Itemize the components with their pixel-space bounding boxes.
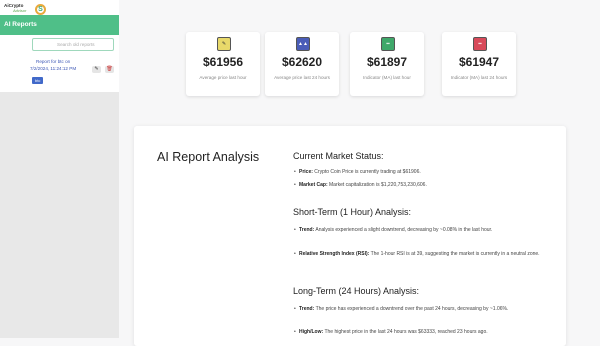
card-value: $61897 [366, 55, 408, 69]
list-item: High/Low: The highest price in the last … [294, 327, 562, 338]
list-item: Trend: Analysis experienced a slight dow… [294, 225, 562, 236]
list-item: Relative Strength Index (RSI): The 1-hou… [294, 249, 562, 260]
edit-icon[interactable]: ✎ [92, 66, 101, 73]
card-value: $61947 [458, 55, 500, 69]
bullet-text: The highest price in the last 24 hours w… [323, 329, 488, 335]
delete-icon[interactable]: 🗑 [105, 66, 114, 73]
search-input[interactable] [32, 38, 114, 51]
report-list-item[interactable]: Report for btc on 7/2/2024, 11:24:12 PM … [30, 59, 116, 87]
indicator-icon: ▪▪ [381, 37, 395, 51]
report-title[interactable]: Report for btc on [36, 59, 70, 64]
list-item: Price: Crypto Coin Price is currently tr… [294, 167, 562, 178]
section-title-short-term: Short-Term (1 Hour) Analysis: [293, 207, 412, 217]
logo-subtext: Advisor [13, 8, 27, 13]
bullet-label: High/Low: [299, 329, 324, 335]
stat-card-avg-price-24h: ▲▲ $62620 Average price last 24 hours [265, 32, 339, 96]
stat-card-avg-price-hour: ✎ $61956 Average price last hour [186, 32, 260, 96]
bullet-text: Crypto Coin Price is currently trading a… [312, 169, 421, 175]
page-title: AI Report Analysis [157, 150, 260, 164]
bullet-text: The price has experienced a downtrend ov… [314, 306, 509, 312]
card-label: Average price last hour [199, 75, 247, 80]
coin-badge: btc [32, 77, 44, 84]
section-title-long-term: Long-Term (24 Hours) Analysis: [293, 286, 420, 296]
chart-icon: ▲▲ [296, 37, 310, 51]
sidebar-panel: AiCrypto Advisor S AI Reports Report for… [0, 0, 119, 92]
bullet-label: Trend: [299, 306, 315, 312]
card-label: Average price last 24 hours [274, 75, 330, 80]
bullet-label: Market Cap: [299, 182, 328, 188]
bullet-label: Trend: [299, 227, 315, 233]
bullet-text: Market capitalization is $1,220,753,230,… [327, 182, 427, 188]
bullet-label: Price: [299, 169, 313, 175]
card-value: $62620 [281, 55, 323, 69]
card-label: Indicator (MA) last hour [363, 75, 411, 80]
stat-card-ma-hour: ▪▪ $61897 Indicator (MA) last hour [350, 32, 424, 96]
sidebar: AiCrypto Advisor S AI Reports Report for… [0, 0, 119, 338]
pencil-icon: ✎ [217, 37, 231, 51]
sidebar-header: AI Reports [0, 15, 119, 35]
logo-mark-icon: S [35, 4, 46, 15]
bullet-label: Relative Strength Index (RSI): [299, 251, 370, 257]
report-date[interactable]: 7/2/2024, 11:24:12 PM [30, 66, 76, 71]
indicator-icon: ▪▪ [473, 37, 487, 51]
bullet-text: Analysis experienced a slight downtrend,… [314, 227, 493, 233]
list-item: Trend: The price has experienced a downt… [294, 304, 562, 315]
section-title-current: Current Market Status: [293, 151, 384, 161]
list-item: Market Cap: Market capitalization is $1,… [294, 180, 562, 191]
bullet-text: The 1-hour RSI is at 39, suggesting the … [369, 251, 540, 257]
card-value: $61956 [202, 55, 244, 69]
stat-card-ma-24h: ▪▪ $61947 Indicator (MA) last 24 hours [442, 32, 516, 96]
card-label: Indicator (MA) last 24 hours [450, 75, 508, 80]
